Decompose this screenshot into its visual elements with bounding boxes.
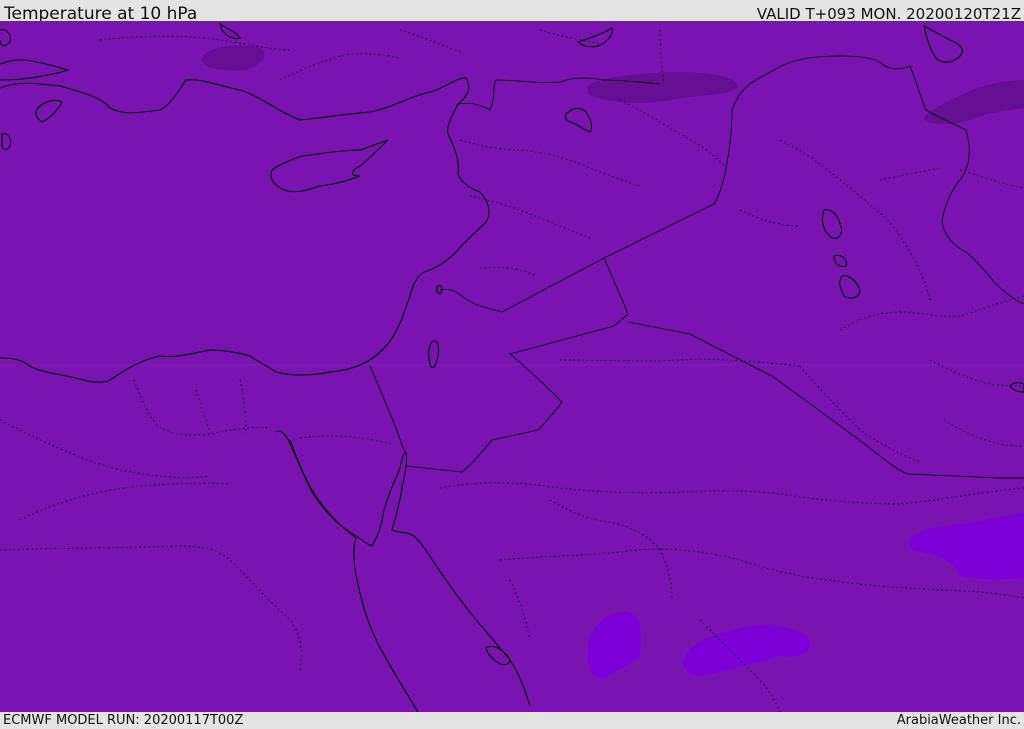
map-svg (0, 21, 1024, 712)
map-footer: ECMWF MODEL RUN: 20200117T00Z ArabiaWeat… (0, 712, 1024, 729)
weather-map[interactable] (0, 21, 1024, 712)
temperature-field (0, 21, 1024, 712)
map-header: Temperature at 10 hPa VALID T+093 MON. 2… (0, 0, 1024, 24)
model-run: ECMWF MODEL RUN: 20200117T00Z (3, 713, 244, 728)
credit: ArabiaWeather Inc. (896, 713, 1021, 728)
